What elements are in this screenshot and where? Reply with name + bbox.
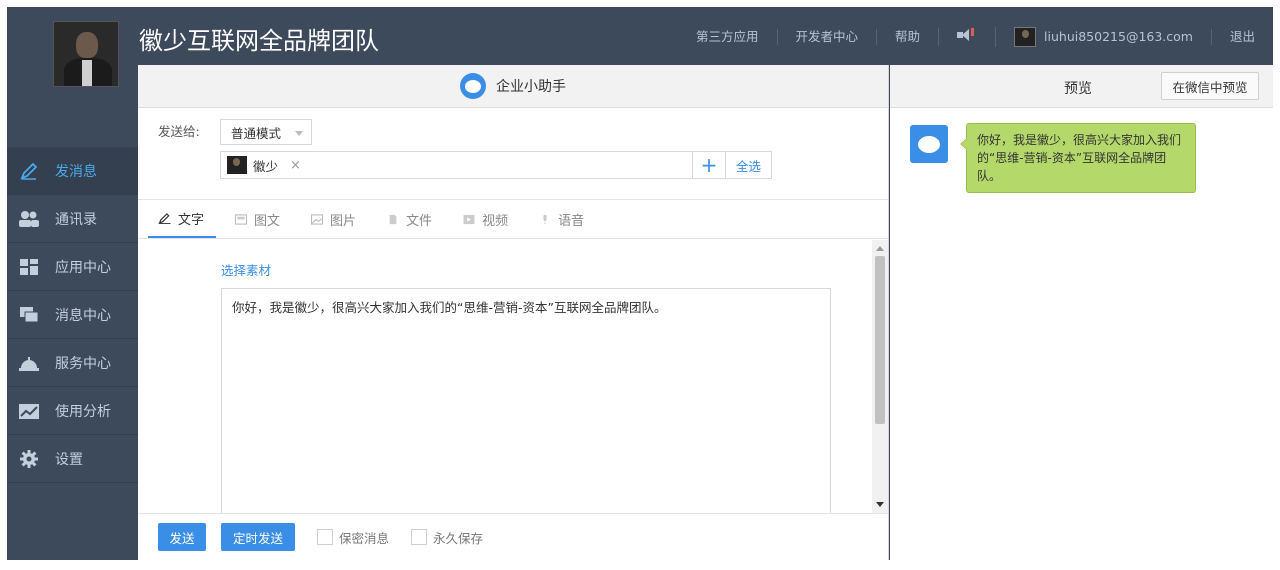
tab-label: 视频 — [482, 213, 509, 229]
sidebar-nav: 发消息 通讯录 应用中心 消息中心 服务中心 使用分析 设置 — [7, 147, 138, 483]
tab-label: 图片 — [330, 213, 357, 229]
tab-label: 文件 — [406, 213, 433, 229]
composer-panel: 企业小助手 发送给: 普通模式 徽少 × + 全选 文字 图文 图片 文件 视频… — [138, 65, 889, 560]
sidebar-item-usage-analysis[interactable]: 使用分析 — [7, 387, 138, 435]
service-bell-icon — [18, 354, 40, 372]
send-to-label: 发送给: — [158, 124, 200, 139]
pencil-icon — [18, 162, 40, 180]
top-nav: 第三方应用 开发者中心 帮助 liuhui850215@163.com 退出 — [678, 25, 1273, 49]
scrollbar-thumb[interactable] — [875, 256, 885, 424]
profile-avatar[interactable] — [53, 21, 119, 87]
select-all-button[interactable]: 全选 — [726, 151, 772, 179]
sidebar-item-label: 应用中心 — [55, 259, 111, 276]
article-icon — [234, 213, 248, 225]
composer-title: 企业小助手 — [496, 79, 566, 95]
add-recipient-button[interactable]: + — [692, 151, 726, 179]
tab-voice[interactable]: 语音 — [528, 200, 596, 238]
sidebar: 发消息 通讯录 应用中心 消息中心 服务中心 使用分析 设置 — [7, 65, 138, 560]
content-type-tabs: 文字 图文 图片 文件 视频 语音 — [138, 199, 888, 239]
sidebar-item-label: 发消息 — [55, 163, 97, 180]
sidebar-item-label: 设置 — [55, 451, 83, 468]
scroll-up-icon[interactable] — [876, 246, 884, 251]
checkbox-box[interactable] — [317, 529, 333, 545]
analytics-icon — [18, 402, 40, 420]
app-frame: 徽少互联网全品牌团队 第三方应用 开发者中心 帮助 liuhui850215@1… — [7, 7, 1273, 560]
brand-title: 徽少互联网全品牌团队 — [139, 27, 379, 55]
tab-text[interactable]: 文字 — [148, 200, 217, 238]
tab-file[interactable]: 文件 — [376, 200, 444, 238]
contacts-icon — [18, 210, 40, 228]
recipient-name: 徽少 — [253, 158, 279, 174]
top-header: 徽少互联网全品牌团队 第三方应用 开发者中心 帮助 liuhui850215@1… — [7, 7, 1273, 65]
select-material-link[interactable]: 选择素材 — [221, 260, 271, 279]
checkbox-label: 永久保存 — [433, 530, 484, 546]
sidebar-item-label: 使用分析 — [55, 403, 111, 420]
composer-footer: 发送 定时发送 保密消息 永久保存 — [138, 513, 888, 560]
logout-link[interactable]: 退出 — [1210, 29, 1273, 45]
secret-message-checkbox[interactable]: 保密消息 — [317, 528, 389, 547]
sidebar-item-send-message[interactable]: 发消息 — [7, 147, 138, 195]
tab-video[interactable]: 视频 — [452, 200, 520, 238]
editor-scrollbar[interactable] — [872, 240, 888, 513]
composer-header: 企业小助手 — [138, 65, 888, 108]
preview-in-wechat-button[interactable]: 在微信中预览 — [1161, 72, 1259, 100]
nav-help[interactable]: 帮助 — [876, 29, 938, 45]
image-icon — [310, 213, 324, 225]
sidebar-item-settings[interactable]: 设置 — [7, 435, 138, 483]
tab-article[interactable]: 图文 — [224, 200, 292, 238]
microphone-icon — [543, 214, 547, 224]
user-menu[interactable]: liuhui850215@163.com — [995, 27, 1211, 47]
user-avatar — [1014, 27, 1037, 47]
sidebar-item-service-center[interactable]: 服务中心 — [7, 339, 138, 387]
scroll-down-icon[interactable] — [876, 502, 884, 507]
nav-developer-center[interactable]: 开发者中心 — [776, 29, 877, 45]
video-icon — [463, 214, 475, 224]
user-email: liuhui850215@163.com — [1044, 29, 1193, 44]
chevron-down-icon — [295, 131, 303, 136]
editor-area: 选择素材 你好，我是徽少，很高兴大家加入我们的“思维-营销-资本”互联网全品牌团… — [138, 240, 888, 516]
sidebar-item-label: 通讯录 — [55, 211, 97, 228]
preview-panel: 预览 在微信中预览 你好，我是徽少，很高兴大家加入我们的“思维-营销-资本”互联… — [890, 65, 1273, 560]
mode-select[interactable]: 普通模式 — [220, 119, 312, 145]
sidebar-item-app-center[interactable]: 应用中心 — [7, 243, 138, 291]
sidebar-item-label: 消息中心 — [55, 307, 111, 324]
recipient-avatar — [227, 156, 247, 174]
notification-speaker-item[interactable] — [938, 28, 995, 46]
tab-label: 图文 — [254, 213, 281, 229]
timed-send-button[interactable]: 定时发送 — [221, 523, 295, 551]
apps-icon — [18, 258, 40, 276]
checkbox-label: 保密消息 — [339, 530, 390, 546]
pencil-icon — [158, 212, 171, 224]
send-button[interactable]: 发送 — [158, 523, 206, 551]
message-textarea[interactable]: 你好，我是徽少，很高兴大家加入我们的“思维-营销-资本”互联网全品牌团队。 — [221, 288, 831, 516]
chat-avatar-icon — [910, 125, 948, 163]
remove-recipient-icon[interactable]: × — [290, 158, 301, 173]
speaker-icon — [957, 28, 977, 42]
keep-forever-checkbox[interactable]: 永久保存 — [411, 528, 483, 547]
sidebar-item-contacts[interactable]: 通讯录 — [7, 195, 138, 243]
assistant-chat-icon — [460, 73, 486, 99]
sidebar-item-label: 服务中心 — [55, 355, 111, 372]
tab-image[interactable]: 图片 — [300, 200, 368, 238]
preview-title: 预览 — [1064, 81, 1092, 97]
nav-third-party-apps[interactable]: 第三方应用 — [678, 29, 777, 45]
messages-icon — [18, 306, 40, 324]
sidebar-item-message-center[interactable]: 消息中心 — [7, 291, 138, 339]
file-icon — [389, 214, 397, 224]
checkbox-box[interactable] — [411, 529, 428, 545]
tab-label: 文字 — [178, 212, 205, 228]
tab-label: 语音 — [558, 213, 585, 229]
preview-message-bubble: 你好，我是徽少，很高兴大家加入我们的“思维-营销-资本”互联网全品牌团队。 — [960, 123, 1196, 193]
mode-select-value: 普通模式 — [231, 125, 282, 141]
gear-icon — [18, 449, 40, 468]
preview-header: 预览 在微信中预览 — [890, 65, 1273, 108]
recipient-field[interactable]: 徽少 × — [220, 151, 772, 179]
